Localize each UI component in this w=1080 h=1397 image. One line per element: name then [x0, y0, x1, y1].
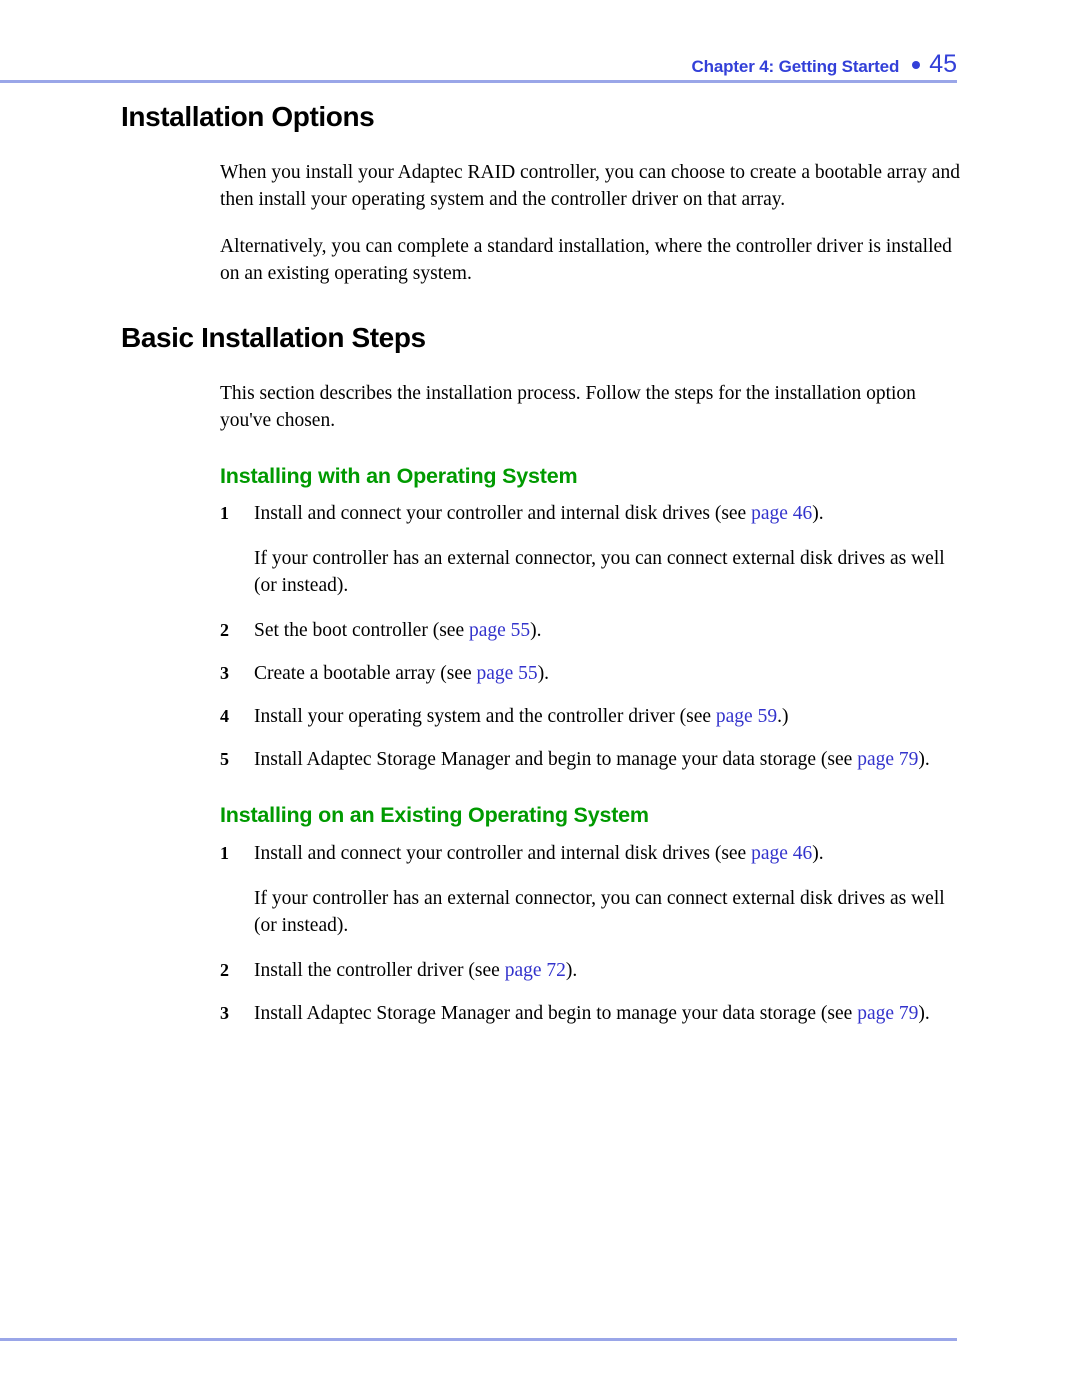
step-text-after: ).	[918, 749, 930, 771]
paragraph-install-options-2: Alternatively, you can complete a standa…	[220, 235, 952, 284]
step-text: Install and connect your controller and …	[254, 500, 960, 527]
list-item-step: 2 Set the boot controller (see page 55).	[0, 617, 1080, 644]
step-text-after: .)	[777, 706, 789, 728]
step-text-before: Install the controller driver (see	[254, 960, 505, 982]
step-number: 3	[220, 663, 229, 684]
step-text-before: Install and connect your controller and …	[254, 843, 752, 865]
running-header: Chapter 4: Getting Started 45	[0, 50, 958, 80]
step-text: Create a bootable array (see page 55).	[254, 660, 960, 687]
step-number: 2	[220, 620, 229, 641]
step-text-after: ).	[565, 960, 578, 982]
page-title-installation-options: Installation Options	[121, 101, 375, 132]
step-number: 1	[220, 503, 229, 524]
step-text-after: ).	[918, 1003, 930, 1025]
crossref-link[interactable]: page 46	[751, 503, 812, 524]
step-number: 2	[220, 960, 229, 981]
step-continuation-text: If your controller has an external conne…	[254, 548, 945, 597]
crossref-link[interactable]: page 72	[505, 960, 566, 981]
step-number: 1	[220, 843, 229, 864]
list-item-step: 3 Install Adaptec Storage Manager and be…	[0, 1000, 1080, 1027]
step-number: 3	[220, 1003, 229, 1024]
step-text-after: ).	[530, 620, 542, 642]
step-text-after: ).	[537, 663, 550, 685]
step-number: 4	[220, 706, 229, 727]
step-text: Install the controller driver (see page …	[254, 957, 960, 984]
page-content: Installation Options When you install yo…	[0, 101, 1080, 1027]
crossref-link[interactable]: page 46	[751, 843, 812, 864]
header-chapter-title: Chapter 4: Getting Started	[691, 57, 900, 76]
paragraph-install-options-1: When you install your Adaptec RAID contr…	[220, 161, 960, 210]
step-text-before: Set the boot controller (see	[254, 620, 469, 642]
list-item-step: 3 Create a bootable array (see page 55).	[0, 660, 1080, 687]
step-text: Set the boot controller (see page 55).	[254, 617, 960, 644]
document-page: Chapter 4: Getting Started 45 Installatio…	[0, 0, 1080, 1397]
step-text: Install Adaptec Storage Manager and begi…	[254, 1000, 960, 1027]
step-number: 5	[220, 749, 229, 770]
crossref-link[interactable]: page 79	[857, 749, 918, 770]
step-text-after: ).	[812, 843, 824, 865]
crossref-link[interactable]: page 59	[716, 706, 777, 727]
step-text-before: Install and connect your controller and …	[254, 503, 752, 525]
step-text-before: Install your operating system and the co…	[254, 706, 716, 728]
header-page-number: 45	[929, 50, 957, 78]
paragraph-basic-steps-intro: This section describes the installation …	[220, 382, 916, 431]
list-item-step: 2 Install the controller driver (see pag…	[0, 957, 1080, 984]
crossref-link[interactable]: page 55	[477, 663, 538, 684]
step-text: Install your operating system and the co…	[254, 703, 960, 730]
step-continuation-text: If your controller has an external conne…	[254, 888, 945, 937]
step-text-before: Install Adaptec Storage Manager and begi…	[254, 749, 858, 771]
subheading-installing-on-existing-os: Installing on an Existing Operating Syst…	[220, 803, 649, 828]
step-text: Install Adaptec Storage Manager and begi…	[254, 746, 960, 773]
subheading-installing-with-os: Installing with an Operating System	[220, 463, 578, 488]
list-item-step: 4 Install your operating system and the …	[0, 703, 1080, 730]
list-item-step: 1 Install and connect your controller an…	[0, 500, 1080, 527]
crossref-link[interactable]: page 79	[857, 1003, 918, 1024]
list-item-step: 1 Install and connect your controller an…	[0, 840, 1080, 867]
header-divider-rule	[0, 80, 957, 83]
list-item-step: 5 Install Adaptec Storage Manager and be…	[0, 746, 1080, 773]
step-text-before: Install Adaptec Storage Manager and begi…	[254, 1003, 858, 1025]
page-title-basic-installation-steps: Basic Installation Steps	[121, 321, 426, 353]
step-text-before: Create a bootable array (see	[254, 663, 477, 685]
crossref-link[interactable]: page 55	[469, 620, 530, 641]
step-text-after: ).	[812, 503, 824, 525]
bullet-separator-icon	[912, 61, 921, 69]
step-text: Install and connect your controller and …	[254, 840, 960, 867]
footer-divider-rule	[0, 1338, 957, 1341]
